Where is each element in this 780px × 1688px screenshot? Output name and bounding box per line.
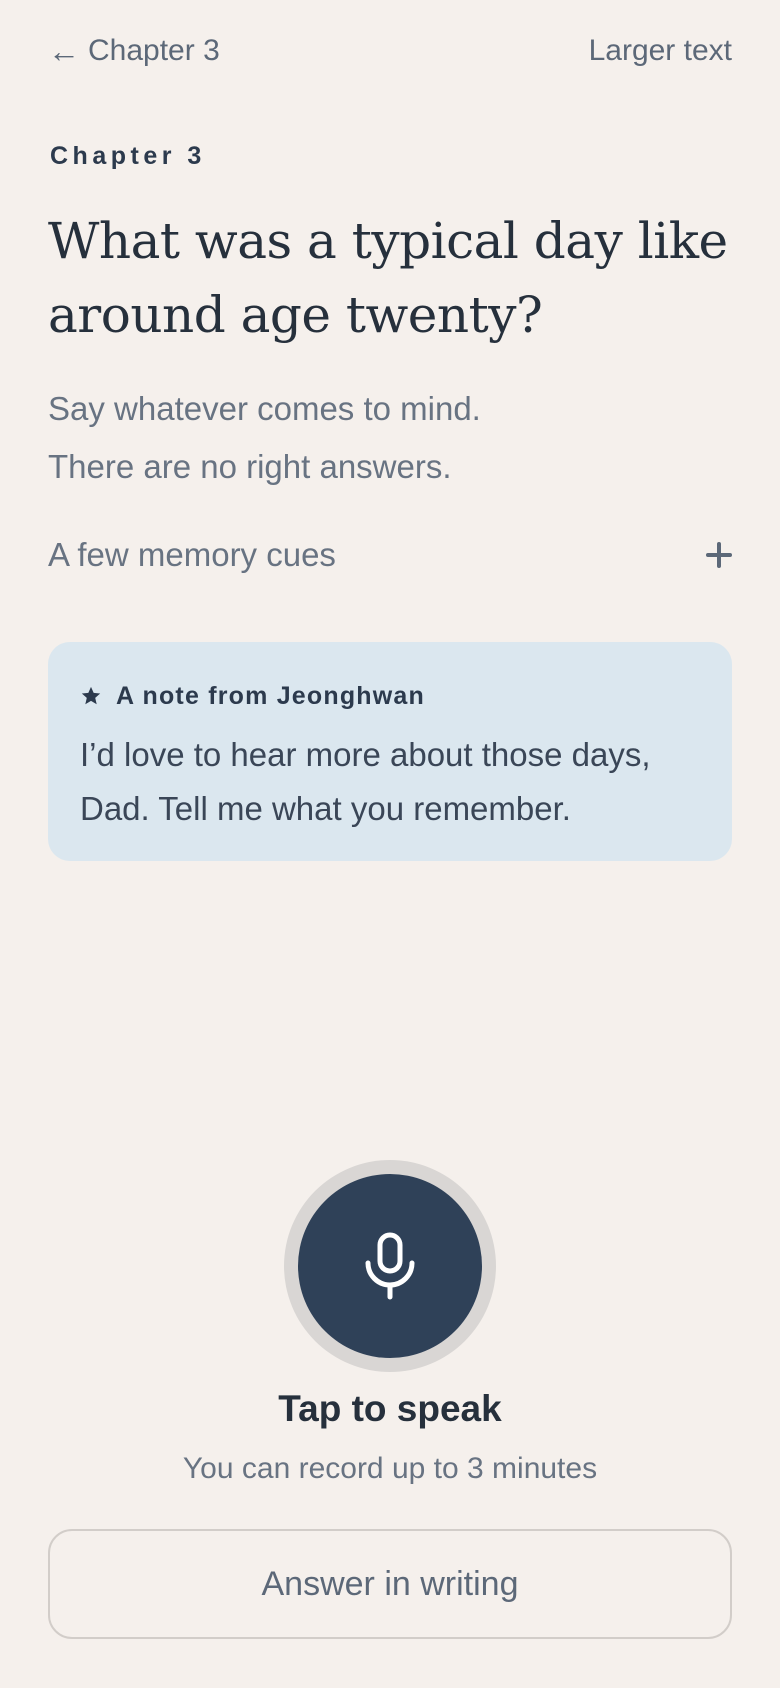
subtext-line: Say whatever comes to mind. — [48, 390, 481, 427]
chapter-eyebrow: Chapter 3 — [50, 142, 206, 170]
back-label: Chapter 3 — [88, 34, 220, 67]
top-bar: ← Chapter 3 Larger text — [48, 26, 732, 76]
note-body: I’d love to hear more about those days, … — [80, 728, 700, 836]
record-button[interactable] — [284, 1160, 496, 1372]
note-line: Dad. Tell me what you remember. — [80, 790, 571, 827]
question-title: What was a typical day like around age t… — [48, 212, 728, 344]
prompt-subtext: Say whatever comes to mind. There are no… — [48, 380, 738, 496]
memory-cues-label: A few memory cues — [48, 536, 336, 573]
subtext-line: There are no right answers. — [48, 448, 452, 485]
family-note-card: A note from Jeonghwan I’d love to hear m… — [48, 642, 732, 861]
star-icon — [81, 686, 101, 705]
record-button-core[interactable] — [298, 1174, 482, 1358]
back-arrow-icon: ← — [48, 33, 80, 69]
answer-in-writing-button[interactable]: Answer in writing — [48, 1529, 732, 1639]
plus-icon — [706, 542, 732, 568]
tap-to-speak-label: Tap to speak — [278, 1388, 502, 1429]
note-line: I’d love to hear more about those days, — [80, 736, 651, 773]
memory-cues-toggle[interactable]: A few memory cues — [48, 526, 732, 584]
note-title: A note from Jeonghwan — [116, 681, 426, 710]
microphone-icon — [365, 1232, 415, 1300]
recording-limit-label: You can record up to 3 minutes — [182, 1452, 598, 1485]
note-header: A note from Jeonghwan — [80, 678, 700, 714]
larger-text-button[interactable]: Larger text — [589, 34, 732, 68]
back-button[interactable]: ← Chapter 3 — [48, 34, 220, 68]
